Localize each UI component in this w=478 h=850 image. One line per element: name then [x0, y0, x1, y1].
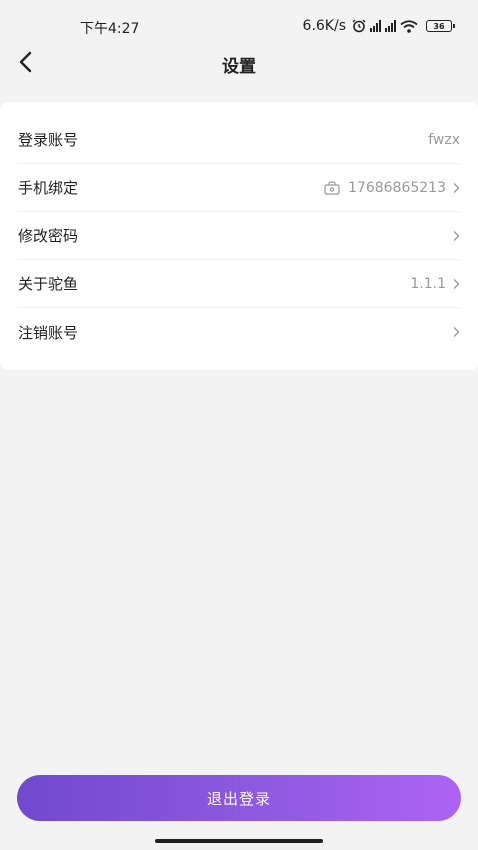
settings-item-label: 登录账号	[18, 131, 79, 149]
nav-bar: 设置	[0, 40, 478, 86]
settings-item-about[interactable]: 关于驼鱼 1.1.1	[18, 260, 460, 308]
settings-item-account: 登录账号 fwzx	[18, 116, 460, 164]
home-indicator[interactable]	[155, 839, 323, 843]
phone-value: 17686865213	[348, 179, 446, 196]
signal-icon	[370, 20, 381, 32]
account-value: fwzx	[428, 131, 460, 148]
status-bar: 下午4:27 6.6K/s 36	[0, 0, 478, 40]
alarm-icon	[352, 19, 366, 33]
lock-icon	[324, 180, 340, 195]
settings-item-cancel-account[interactable]: 注销账号	[18, 308, 460, 356]
chevron-right-icon	[453, 278, 460, 289]
version-value: 1.1.1	[410, 275, 446, 292]
wifi-icon	[400, 19, 418, 33]
network-speed: 6.6K/s	[302, 18, 346, 34]
signal-icon	[385, 20, 396, 32]
settings-item-label: 手机绑定	[18, 179, 79, 197]
battery-icon: 36	[426, 20, 455, 32]
status-indicators: 6.6K/s 36	[302, 18, 455, 34]
settings-item-password[interactable]: 修改密码	[18, 212, 460, 260]
settings-item-label: 关于驼鱼	[18, 275, 79, 293]
logout-button[interactable]: 退出登录	[17, 775, 461, 821]
chevron-right-icon	[453, 182, 460, 193]
settings-item-label: 修改密码	[18, 227, 79, 245]
status-time: 下午4:27	[80, 21, 140, 37]
settings-item-phone[interactable]: 手机绑定 17686865213	[18, 164, 460, 212]
page-title: 设置	[222, 57, 256, 77]
chevron-right-icon	[453, 230, 460, 241]
settings-list: 登录账号 fwzx 手机绑定 17686865213 修改密码 关于驼鱼 1.1…	[0, 102, 478, 370]
chevron-right-icon	[453, 327, 460, 337]
settings-item-label: 注销账号	[18, 323, 79, 342]
